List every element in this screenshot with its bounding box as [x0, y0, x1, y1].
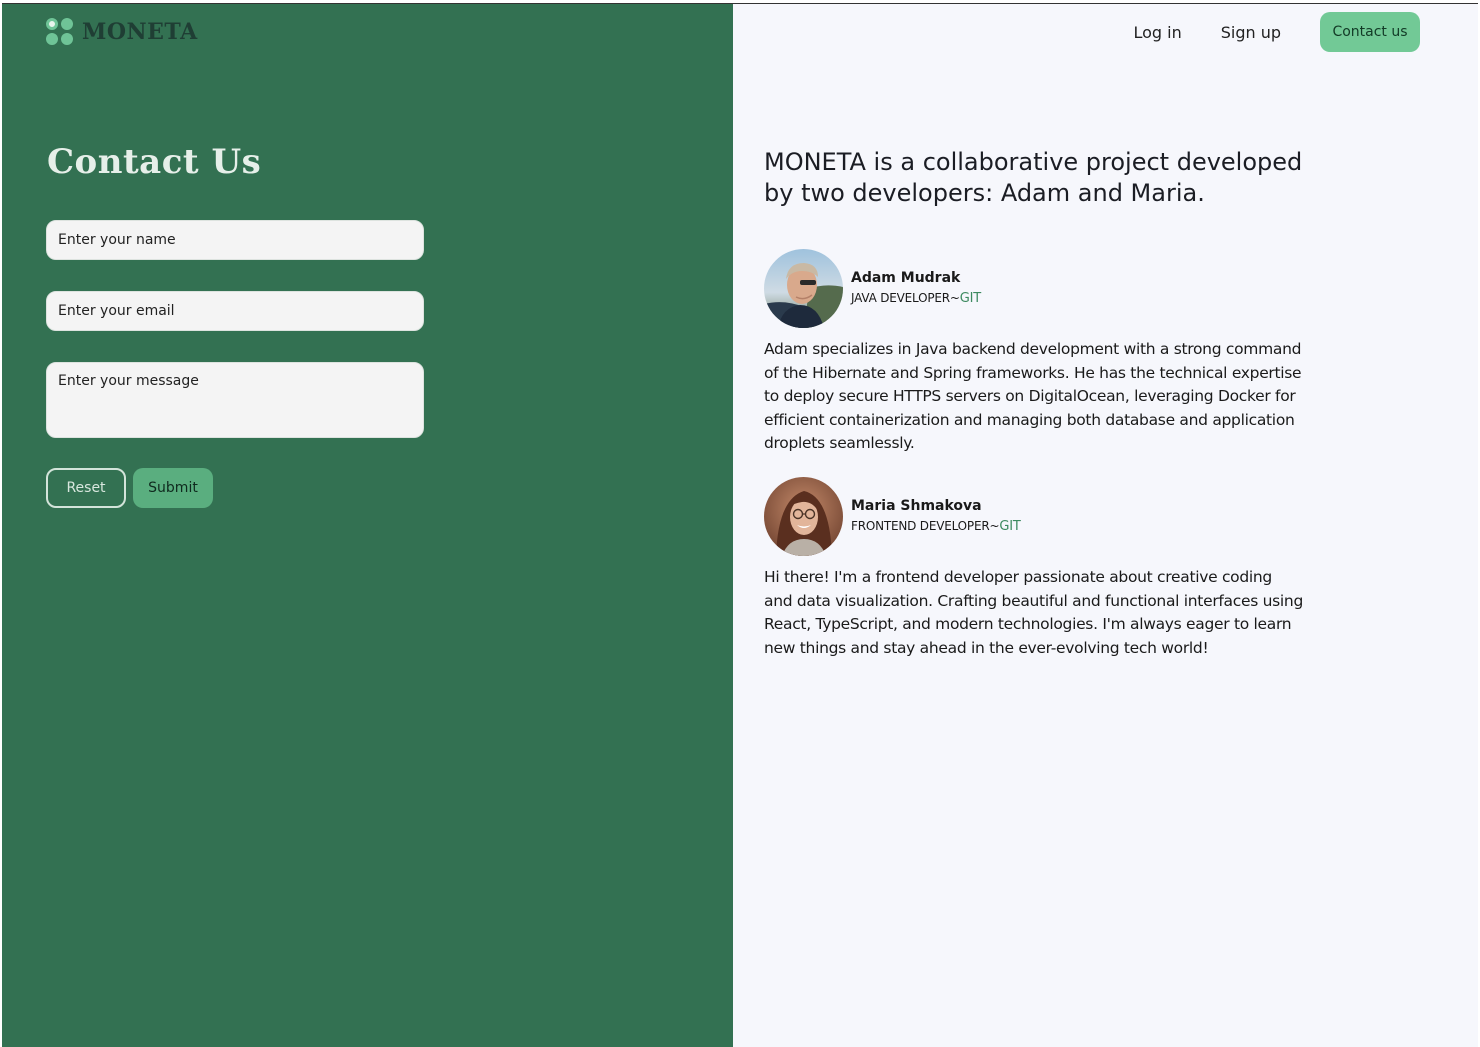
developer-role: JAVA DEVELOPER~	[851, 290, 960, 305]
about-panel: Log in Sign up Contact us MONETA is a co…	[733, 4, 1478, 1047]
login-link[interactable]: Log in	[1133, 23, 1181, 42]
message-field[interactable]	[46, 362, 424, 438]
brand-name: MONETA	[82, 19, 198, 45]
developer-meta: Maria Shmakova FRONTEND DEVELOPER~GIT	[851, 496, 1021, 537]
avatar	[764, 248, 843, 328]
developer-role: FRONTEND DEVELOPER~	[851, 518, 1000, 533]
avatar	[764, 476, 843, 556]
brand-logo[interactable]: MONETA	[46, 18, 198, 46]
developer-role-line: JAVA DEVELOPER~GIT	[851, 288, 981, 309]
developer-bio: Adam specializes in Java backend develop…	[764, 340, 1302, 453]
contact-title: Contact Us	[47, 142, 262, 182]
developer-name: Adam Mudrak	[851, 269, 961, 286]
reset-button[interactable]: Reset	[46, 468, 126, 508]
signup-link[interactable]: Sign up	[1221, 23, 1281, 42]
git-link[interactable]: GIT	[960, 291, 981, 306]
email-field[interactable]	[46, 291, 424, 331]
developer-card: Maria Shmakova FRONTEND DEVELOPER~GIT Hi…	[764, 476, 1304, 660]
developer-name: Maria Shmakova	[851, 497, 982, 514]
submit-button[interactable]: Submit	[133, 468, 213, 508]
name-field[interactable]	[46, 220, 424, 260]
contact-us-button[interactable]: Contact us	[1320, 12, 1420, 52]
contact-panel: MONETA Contact Us Reset Submit	[2, 4, 733, 1047]
developer-header: Adam Mudrak JAVA DEVELOPER~GIT	[764, 248, 1304, 328]
developer-header: Maria Shmakova FRONTEND DEVELOPER~GIT	[764, 476, 1304, 556]
developer-meta: Adam Mudrak JAVA DEVELOPER~GIT	[851, 268, 981, 309]
developer-bio: Hi there! I'm a frontend developer passi…	[764, 568, 1303, 657]
four-dots-logo-icon	[46, 18, 74, 46]
developer-card: Adam Mudrak JAVA DEVELOPER~GIT Adam spec…	[764, 248, 1304, 456]
top-nav: Log in Sign up Contact us	[1133, 12, 1420, 52]
git-link[interactable]: GIT	[999, 519, 1020, 534]
about-intro: MONETA is a collaborative project develo…	[764, 148, 1303, 207]
developer-role-line: FRONTEND DEVELOPER~GIT	[851, 516, 1021, 537]
